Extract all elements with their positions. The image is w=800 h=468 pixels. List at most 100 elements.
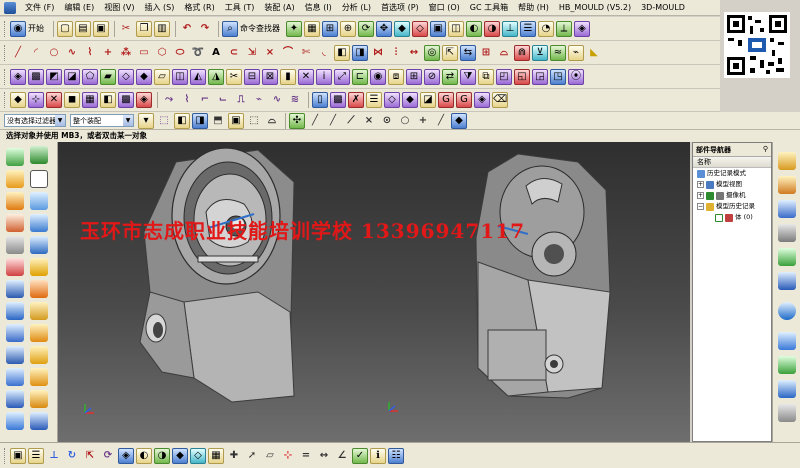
ellipse-icon[interactable]: ⬭ bbox=[172, 45, 188, 61]
select-body-icon[interactable]: ▣ bbox=[228, 112, 244, 129]
split-body-icon[interactable] bbox=[6, 368, 24, 386]
roles-icon[interactable]: ◈ bbox=[574, 20, 590, 37]
process-studio-icon[interactable] bbox=[778, 356, 796, 374]
snap-icon[interactable]: ✦ bbox=[286, 20, 302, 37]
x-form-icon[interactable]: ✕ bbox=[298, 68, 314, 85]
mark-icon[interactable]: ◣ bbox=[586, 45, 602, 61]
analysis-icon[interactable]: ◔ bbox=[538, 20, 554, 37]
reflection-icon[interactable]: ◳ bbox=[550, 68, 566, 85]
midpoint-icon[interactable]: ╱ bbox=[325, 113, 341, 129]
copy-icon[interactable]: ❐ bbox=[136, 20, 152, 37]
point-on-face-icon[interactable]: ◆ bbox=[451, 112, 467, 129]
wireframe-icon[interactable]: ◇ bbox=[412, 20, 428, 37]
measure-distance-icon[interactable]: ↔ bbox=[316, 448, 332, 464]
section-curve-icon[interactable]: ⋒ bbox=[514, 44, 530, 61]
sketch-icon[interactable] bbox=[6, 148, 24, 166]
join-curve-icon[interactable]: ⋈ bbox=[370, 45, 386, 61]
move-object-icon[interactable]: ⇱ bbox=[82, 448, 98, 464]
pattern-icon[interactable] bbox=[30, 324, 48, 342]
menu-3d-mould[interactable]: 3D-MOULD bbox=[636, 0, 690, 16]
menu-information[interactable]: 信息 (I) bbox=[300, 0, 337, 16]
selection-scope-dropdown[interactable]: 整个装配 ▼ bbox=[70, 114, 134, 127]
polygon-icon[interactable]: ⬡ bbox=[154, 45, 170, 61]
navigator-item-body[interactable]: 体 (0) bbox=[693, 212, 771, 223]
silhouette-flange-icon[interactable]: ◰ bbox=[496, 68, 512, 85]
mirror-curve-icon[interactable]: ⇆ bbox=[460, 44, 476, 61]
family-mold-icon[interactable]: ◧ bbox=[100, 92, 116, 108]
layout-icon[interactable]: ▦ bbox=[82, 92, 98, 108]
wcs-icon[interactable]: ⊥ bbox=[502, 20, 518, 37]
intersect-icon[interactable] bbox=[6, 280, 24, 298]
parting-icon[interactable]: ◈ bbox=[136, 92, 152, 108]
ruled-surface-icon[interactable]: ◩ bbox=[46, 68, 62, 85]
history-icon[interactable] bbox=[778, 302, 796, 320]
fillet-curve-icon[interactable]: ◟ bbox=[316, 45, 332, 61]
endpoint-icon[interactable]: ╱ bbox=[307, 113, 323, 129]
check-geometry-icon[interactable]: ✓ bbox=[352, 447, 368, 464]
menu-window[interactable]: 窗口 (O) bbox=[424, 0, 465, 16]
mold-check-icon[interactable]: ◈ bbox=[474, 92, 490, 108]
navigator-item-cameras[interactable]: + 摄像机 bbox=[693, 190, 771, 201]
snap-point-icon[interactable]: ✣ bbox=[289, 112, 305, 129]
expand-icon[interactable]: + bbox=[697, 192, 704, 199]
part-navigator-icon[interactable] bbox=[778, 200, 796, 218]
menu-analysis[interactable]: 分析 (L) bbox=[337, 0, 376, 16]
collapse-icon[interactable]: − bbox=[697, 203, 704, 210]
slider-icon[interactable]: ⌙ bbox=[215, 92, 231, 108]
new-file-icon[interactable]: ▢ bbox=[57, 20, 73, 37]
trim-body-icon[interactable] bbox=[30, 346, 48, 364]
replace-face-icon[interactable]: ⇄ bbox=[442, 68, 458, 85]
manufacturing-wizard-icon[interactable] bbox=[778, 380, 796, 398]
text-icon[interactable]: A bbox=[208, 45, 224, 61]
draft-feature-icon[interactable] bbox=[6, 324, 24, 342]
constraint-navigator-icon[interactable] bbox=[778, 176, 796, 194]
expand-icon[interactable]: + bbox=[697, 181, 704, 188]
rect-select-icon[interactable]: ⬚ bbox=[246, 113, 262, 129]
command-finder-button[interactable]: 命令查找器 bbox=[240, 23, 280, 34]
curve-analysis-icon[interactable]: ⌁ bbox=[568, 44, 584, 61]
measure-angle-icon[interactable]: ∠ bbox=[334, 448, 350, 464]
hide-icon[interactable]: ◐ bbox=[466, 20, 482, 37]
nx-app-icon[interactable] bbox=[4, 1, 16, 14]
match-edge-icon[interactable]: ⊏ bbox=[352, 68, 368, 85]
face-analysis-icon[interactable]: ◲ bbox=[532, 68, 548, 85]
navigator-column-name[interactable]: 名称 bbox=[693, 157, 771, 168]
extrude-icon[interactable] bbox=[6, 170, 24, 188]
workpiece-icon[interactable]: ◼ bbox=[64, 92, 80, 108]
electrode-icon[interactable]: ▯ bbox=[312, 92, 328, 108]
cone-icon[interactable] bbox=[30, 236, 48, 254]
menu-gc-toolbox[interactable]: GC 工具箱 bbox=[465, 0, 513, 16]
combine-project-icon[interactable]: ⊻ bbox=[532, 44, 548, 61]
line-icon[interactable]: ╱ bbox=[10, 45, 26, 61]
edge-blend-icon[interactable] bbox=[30, 280, 48, 298]
smooth-spline-icon[interactable]: ≈ bbox=[550, 44, 566, 61]
datum-csys-icon[interactable] bbox=[30, 146, 48, 164]
face-blend-icon[interactable]: ◮ bbox=[208, 68, 224, 85]
intersection-icon[interactable]: ⨯ bbox=[361, 113, 377, 129]
curve-feature-icon[interactable]: ◨ bbox=[352, 44, 368, 61]
grid-icon[interactable]: ▦ bbox=[208, 447, 224, 464]
chamfer-icon[interactable] bbox=[6, 302, 24, 320]
menu-assembly[interactable]: 装配 (A) bbox=[259, 0, 299, 16]
gi-open-icon[interactable]: G bbox=[438, 92, 454, 108]
quadrant-icon[interactable]: ○ bbox=[397, 113, 413, 129]
mirror-feature-icon[interactable] bbox=[6, 346, 24, 364]
drawing-icon[interactable]: ◇ bbox=[384, 92, 400, 108]
divide-face-icon[interactable]: ⊞ bbox=[406, 68, 422, 85]
menu-help[interactable]: 帮助 (H) bbox=[513, 0, 554, 16]
through-curves-icon[interactable]: ◈ bbox=[10, 68, 26, 85]
object-color-icon[interactable]: ◆ bbox=[172, 447, 188, 464]
emboss-icon[interactable] bbox=[6, 412, 24, 430]
reuse-library-icon[interactable] bbox=[778, 224, 796, 242]
curvature-icon[interactable]: ⦿ bbox=[568, 68, 584, 85]
block-icon[interactable] bbox=[30, 192, 48, 210]
menu-file[interactable]: 文件 (F) bbox=[20, 0, 59, 16]
delete-face-icon[interactable]: ⊘ bbox=[424, 68, 440, 85]
transform-icon[interactable]: ⟳ bbox=[100, 448, 116, 464]
edit-object-display-icon[interactable]: ◈ bbox=[118, 447, 134, 464]
pan-icon[interactable]: ✥ bbox=[376, 20, 392, 37]
navigator-item-model-views[interactable]: + 模型视图 bbox=[693, 179, 771, 190]
revolve-icon[interactable] bbox=[6, 192, 24, 210]
subtract-icon[interactable] bbox=[30, 258, 48, 276]
point-on-curve-icon[interactable]: ╱ bbox=[433, 113, 449, 129]
